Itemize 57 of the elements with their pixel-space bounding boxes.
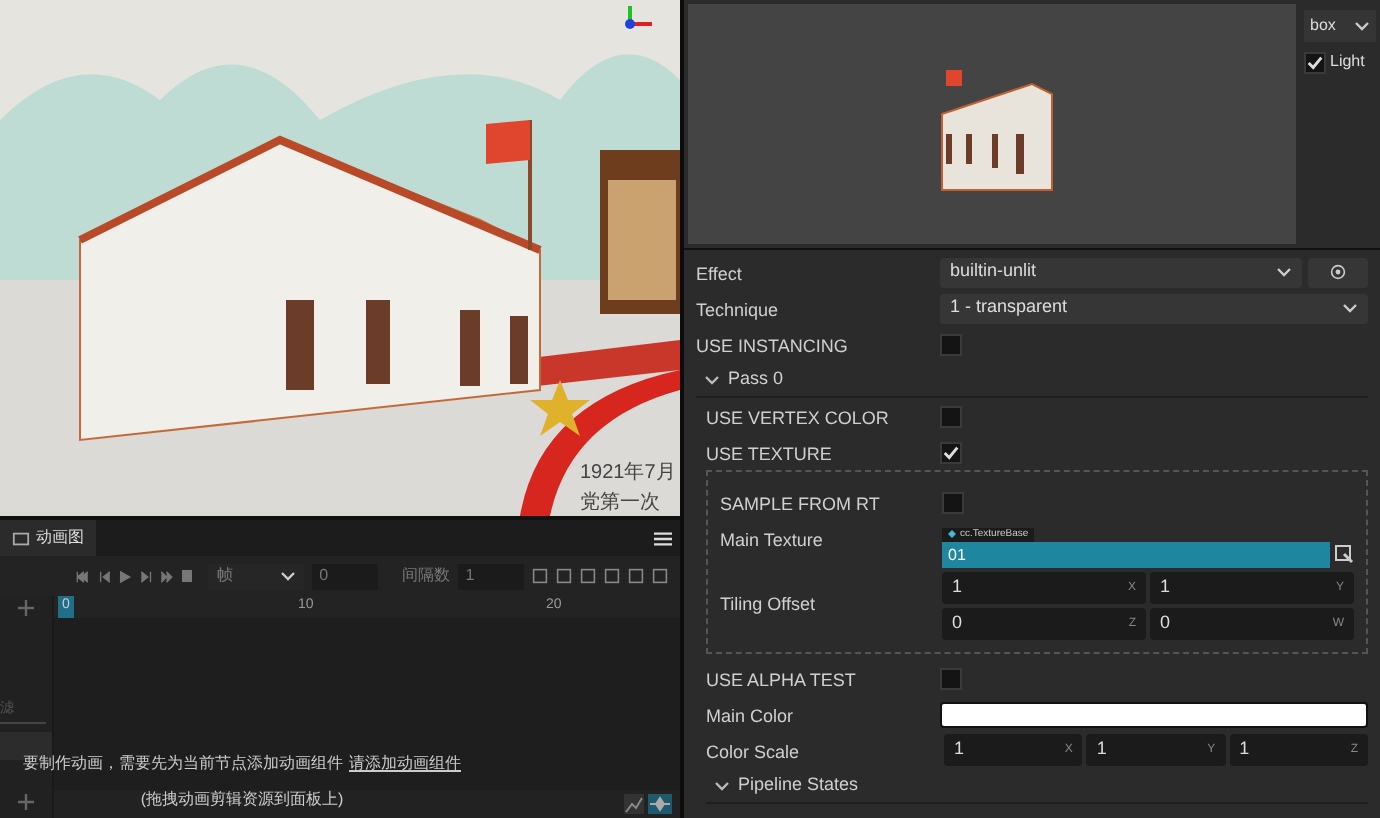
property-label: USE VERTEX COLOR	[706, 408, 889, 428]
property-label: Tiling Offset	[720, 594, 816, 614]
chevron-down-icon	[1354, 18, 1370, 34]
panel-tab[interactable]: 动画图	[0, 520, 96, 556]
add-component-link[interactable]: 请添加动画组件	[349, 752, 461, 776]
playback-control-icon[interactable]	[139, 569, 153, 583]
playback-control-icon[interactable]	[76, 569, 90, 583]
property-label: Effect	[696, 264, 742, 284]
property-label: Pipeline States	[738, 771, 859, 798]
preview-viewport[interactable]	[688, 4, 1296, 244]
frame-input[interactable]: 0	[311, 563, 378, 589]
property-label: Technique	[696, 300, 779, 320]
playback-control-icon[interactable]	[160, 569, 174, 583]
property-label: USE ALPHA TEST	[706, 670, 856, 690]
keyframe-icon[interactable]	[648, 794, 672, 814]
property-label: Main Texture	[720, 530, 823, 550]
property-label: Pass 0	[728, 365, 784, 392]
scene-view[interactable]: 1921年7月 党第一次	[0, 0, 680, 516]
add-icon[interactable]	[18, 600, 34, 616]
light-label: Light	[1330, 50, 1365, 74]
checkbox[interactable]	[940, 667, 962, 689]
playback-control-icon[interactable]	[118, 569, 132, 583]
locate-button[interactable]	[1308, 257, 1368, 287]
menu-icon[interactable]	[654, 529, 672, 547]
color-swatch[interactable]	[940, 701, 1368, 727]
texture-asset-field[interactable]: 01	[942, 542, 1330, 568]
technique-select[interactable]: 1 - transparent	[940, 293, 1368, 323]
checkbox[interactable]	[942, 491, 964, 513]
scene-text: 党第一次	[580, 489, 662, 516]
checkbox[interactable]	[1304, 51, 1326, 73]
chevron-down-icon	[1342, 300, 1358, 316]
curve-icon[interactable]	[624, 794, 644, 814]
caret-icon[interactable]	[714, 777, 730, 793]
caret-icon[interactable]	[704, 371, 720, 387]
chevron-down-icon	[279, 568, 296, 584]
empty-state-message: 要制作动画，需要先为当前节点添加动画组件	[23, 752, 343, 776]
effect-select[interactable]: builtin-unlit	[940, 257, 1302, 287]
checkbox[interactable]	[940, 441, 962, 463]
diamond-icon	[948, 530, 956, 539]
property-label: USE INSTANCING	[696, 336, 848, 356]
property-label: Color Scale	[706, 742, 800, 762]
drag-hint: (拖拽动画剪辑资源到面板上)	[140, 788, 344, 812]
interval-input[interactable]: 1	[457, 563, 525, 589]
checkbox[interactable]	[940, 333, 962, 355]
stop-icon[interactable]	[181, 570, 193, 582]
property-label: USE TEXTURE	[706, 444, 832, 464]
property-label: SAMPLE FROM RT	[720, 494, 880, 514]
chevron-down-icon	[1276, 264, 1292, 280]
add-icon[interactable]	[18, 794, 34, 810]
checkbox[interactable]	[940, 405, 962, 427]
scene-text: 1921年7月	[580, 460, 676, 488]
pick-asset-icon[interactable]	[1334, 544, 1354, 564]
interval-label: 间隔数	[401, 564, 450, 588]
target-icon	[1330, 264, 1346, 280]
mesh-select[interactable]: box	[1304, 10, 1376, 42]
playback-control-icon[interactable]	[97, 569, 111, 583]
property-label: Main Color	[706, 706, 794, 726]
